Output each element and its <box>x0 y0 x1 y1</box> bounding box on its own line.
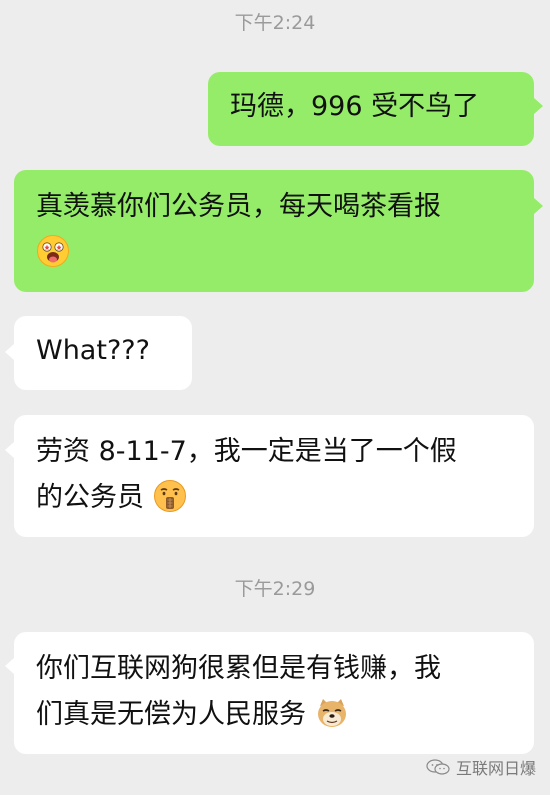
bubble-tail-3 <box>5 344 14 360</box>
wechat-logo-icon <box>426 759 450 775</box>
star-eyes-tongue-face-emoji <box>36 234 70 268</box>
timestamp-2: 下午2:29 <box>234 578 316 600</box>
message-text-1: 玛德，996 受不鸟了 <box>230 91 480 122</box>
bubble-tail-2 <box>534 198 543 214</box>
doge-emoji <box>315 696 349 730</box>
message-bubble-5[interactable]: 你们互联网狗很累但是有钱赚，我 们真是无偿为人民服务 <box>14 632 534 754</box>
bubble-tail-4 <box>5 442 14 458</box>
message-text-4-line-1: 劳资 8-11-7，我一定是当了一个假 <box>36 436 457 467</box>
bubble-tail-1 <box>534 98 543 114</box>
message-text-4-line-2: 的公务员 <box>36 482 144 513</box>
message-bubble-3[interactable]: What??? <box>14 316 192 390</box>
message-bubble-4[interactable]: 劳资 8-11-7，我一定是当了一个假 的公务员 <box>14 415 534 537</box>
message-text-2: 真羡慕你们公务员，每天喝茶看报 <box>36 191 441 222</box>
timestamp-1: 下午2:24 <box>234 12 316 34</box>
message-bubble-1[interactable]: 玛德，996 受不鸟了 <box>208 72 534 146</box>
bubble-tail-5 <box>5 658 14 674</box>
message-bubble-2[interactable]: 真羡慕你们公务员，每天喝茶看报 <box>14 170 534 292</box>
watermark-text: 互联网日爆 <box>455 759 536 778</box>
message-text-5-line-1: 你们互联网狗很累但是有钱赚，我 <box>36 653 441 684</box>
message-text-5-line-2: 们真是无偿为人民服务 <box>36 699 306 730</box>
watermark: 互联网日爆 <box>426 755 536 779</box>
zipper-mouth-face-emoji <box>153 479 187 513</box>
message-text-3: What??? <box>36 335 150 366</box>
